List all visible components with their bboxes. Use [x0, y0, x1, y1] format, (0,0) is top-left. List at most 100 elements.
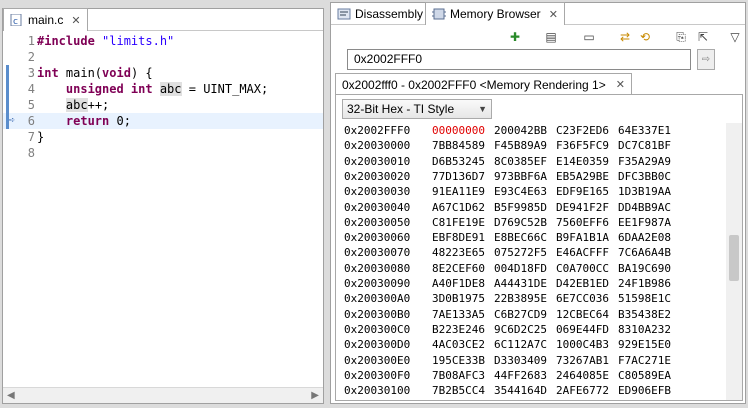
memory-word[interactable]: E46ACFFF: [556, 245, 609, 260]
fill-memory-icon[interactable]: ⟲: [637, 29, 653, 45]
memory-word[interactable]: DD4BB9AC: [618, 200, 671, 215]
memory-word[interactable]: 973BBF6A: [494, 169, 547, 184]
memory-row[interactable]: 0x20030040 A67C1D62 B5F9985D DE941F2F DD4BB9…: [336, 200, 726, 215]
memory-word[interactable]: 1D3B19AA: [618, 184, 671, 199]
memory-word[interactable]: C23F2ED6: [556, 123, 609, 138]
vertical-scrollbar[interactable]: [726, 123, 742, 400]
memory-word[interactable]: 929E15E0: [618, 337, 671, 352]
memory-word[interactable]: 48223E65: [432, 245, 485, 260]
tab-memory-browser[interactable]: Memory Browser ✕: [425, 2, 565, 25]
import-memory-icon[interactable]: ▤: [543, 29, 559, 45]
memory-row[interactable]: 0x20030090 A40F1DE8 A44431DE D42EB1ED 24F1B9…: [336, 276, 726, 291]
new-tab-icon[interactable]: ⎘: [673, 29, 689, 45]
memory-rendering-tab[interactable]: 0x2002fff0 - 0x2002FFF0 <Memory Renderin…: [335, 73, 632, 95]
memory-word[interactable]: A44431DE: [494, 276, 547, 291]
memory-word[interactable]: 4AC03CE2: [432, 337, 485, 352]
memory-word[interactable]: 00000000: [432, 123, 485, 138]
memory-word[interactable]: 7C6A6A4B: [618, 245, 671, 260]
memory-word[interactable]: 77D136D7: [432, 169, 485, 184]
memory-word[interactable]: 73267AB1: [556, 353, 609, 368]
code-line[interactable]: 7}: [3, 129, 323, 145]
new-memory-monitor-icon[interactable]: ✚: [507, 29, 523, 45]
memory-word[interactable]: C0A700CC: [556, 261, 609, 276]
memory-word[interactable]: EB5A29BE: [556, 169, 609, 184]
memory-word[interactable]: 24F1B986: [618, 276, 671, 291]
memory-word[interactable]: EE1F987A: [618, 215, 671, 230]
memory-word[interactable]: 51598E1C: [618, 291, 671, 306]
memory-word[interactable]: EBF8DE91: [432, 230, 485, 245]
memory-row[interactable]: 0x200300E0 195CE33B D3303409 73267AB1 F7AC27…: [336, 353, 726, 368]
memory-word[interactable]: 7B08AFC3: [432, 368, 485, 383]
memory-row[interactable]: 0x200300F0 7B08AFC3 44FF2683 2464085E C80589…: [336, 368, 726, 383]
memory-word[interactable]: A40F1DE8: [432, 276, 485, 291]
memory-word[interactable]: BA19C690: [618, 261, 671, 276]
close-icon[interactable]: ✕: [71, 14, 80, 27]
memory-word[interactable]: ED906EFB: [618, 383, 671, 398]
memory-word[interactable]: A67C1D62: [432, 200, 485, 215]
memory-row[interactable]: 0x200300A0 3D0B1975 22B3895E 6E7CC036 51598E…: [336, 291, 726, 306]
address-input[interactable]: 0x2002FFF0: [347, 49, 691, 70]
memory-word[interactable]: B5F9985D: [494, 200, 547, 215]
memory-word[interactable]: 3D0B1975: [432, 291, 485, 306]
memory-word[interactable]: 069E44FD: [556, 322, 609, 337]
code-line[interactable]: 4 unsigned int abc = UINT_MAX;: [3, 81, 323, 97]
memory-word[interactable]: 6C112A7C: [494, 337, 547, 352]
scroll-right-icon[interactable]: ▶: [311, 390, 319, 401]
memory-word[interactable]: 22B3895E: [494, 291, 547, 306]
memory-word[interactable]: 9C6D2C25: [494, 322, 547, 337]
memory-word[interactable]: C80589EA: [618, 368, 671, 383]
memory-word[interactable]: 44FF2683: [494, 368, 547, 383]
memory-word[interactable]: D3303409: [494, 353, 547, 368]
memory-word[interactable]: DE941F2F: [556, 200, 609, 215]
memory-word[interactable]: D42EB1ED: [556, 276, 609, 291]
memory-word[interactable]: E8BEC66C: [494, 230, 547, 245]
memory-row[interactable]: 0x200300C0 B223E246 9C6D2C25 069E44FD 8310A2…: [336, 322, 726, 337]
memory-word[interactable]: 075272F5: [494, 245, 547, 260]
code-line[interactable]: 6 return 0;: [3, 113, 323, 129]
memory-word[interactable]: 8C0385EF: [494, 154, 547, 169]
pin-icon[interactable]: ⇱: [695, 29, 711, 45]
memory-word[interactable]: F36F5FC9: [556, 138, 609, 153]
memory-word[interactable]: 7BB84589: [432, 138, 485, 153]
code-line[interactable]: 5 abc++;: [3, 97, 323, 113]
memory-row[interactable]: 0x20030070 48223E65 075272F5 E46ACFFF 7C6A6A…: [336, 245, 726, 260]
memory-row[interactable]: 0x20030020 77D136D7 973BBF6A EB5A29BE DFC3BB…: [336, 169, 726, 184]
tab-main-c[interactable]: c main.c ✕: [3, 8, 88, 31]
memory-word[interactable]: DFC3BB0C: [618, 169, 671, 184]
memory-word[interactable]: 2464085E: [556, 368, 609, 383]
memory-row[interactable]: 0x20030080 8E2CEF60 004D18FD C0A700CC BA19C6…: [336, 261, 726, 276]
memory-word[interactable]: C81FE19E: [432, 215, 485, 230]
memory-word[interactable]: 3544164D: [494, 383, 547, 398]
memory-word[interactable]: F35A29A9: [618, 154, 671, 169]
memory-word[interactable]: 8E2CEF60: [432, 261, 485, 276]
export-memory-icon[interactable]: ▭: [581, 29, 597, 45]
memory-word[interactable]: 2AFE6772: [556, 383, 609, 398]
memory-row[interactable]: 0x20030100 7B2B5CC4 3544164D 2AFE6772 ED906E…: [336, 383, 726, 398]
scroll-left-icon[interactable]: ◀: [7, 390, 15, 401]
memory-word[interactable]: B35438E2: [618, 307, 671, 322]
scroll-thumb[interactable]: [729, 235, 739, 281]
horizontal-scrollbar[interactable]: ◀ ▶: [3, 387, 323, 403]
memory-word[interactable]: E93C4E63: [494, 184, 547, 199]
code-line[interactable]: 8: [3, 145, 323, 161]
code-line[interactable]: 1 #include "limits.h": [3, 33, 323, 49]
memory-word[interactable]: 7AE133A5: [432, 307, 485, 322]
memory-word[interactable]: EDF9E165: [556, 184, 609, 199]
memory-word[interactable]: E14E0359: [556, 154, 609, 169]
memory-row[interactable]: 0x20030000 7BB84589 F45B89A9 F36F5FC9 DC7C81…: [336, 138, 726, 153]
memory-word[interactable]: 7560EFF6: [556, 215, 609, 230]
code-line[interactable]: 2: [3, 49, 323, 65]
memory-row[interactable]: 0x200300B0 7AE133A5 C6B27CD9 12CBEC64 B35438…: [336, 307, 726, 322]
refresh-icon[interactable]: ⇄: [617, 29, 633, 45]
memory-word[interactable]: 64E337E1: [618, 123, 671, 138]
memory-row[interactable]: 0x2002FFF0 00000000 200042BB C23F2ED6 64E337…: [336, 123, 726, 138]
tab-disassembly[interactable]: Disassembly: [331, 3, 429, 25]
memory-word[interactable]: DC7C81BF: [618, 138, 671, 153]
memory-word[interactable]: F45B89A9: [494, 138, 547, 153]
memory-row[interactable]: 0x20030050 C81FE19E D769C52B 7560EFF6 EE1F98…: [336, 215, 726, 230]
view-menu-icon[interactable]: ▽: [727, 29, 743, 45]
memory-word[interactable]: 195CE33B: [432, 353, 485, 368]
memory-word[interactable]: D6B53245: [432, 154, 485, 169]
memory-word[interactable]: 004D18FD: [494, 261, 547, 276]
memory-word[interactable]: B9FA1B1A: [556, 230, 609, 245]
